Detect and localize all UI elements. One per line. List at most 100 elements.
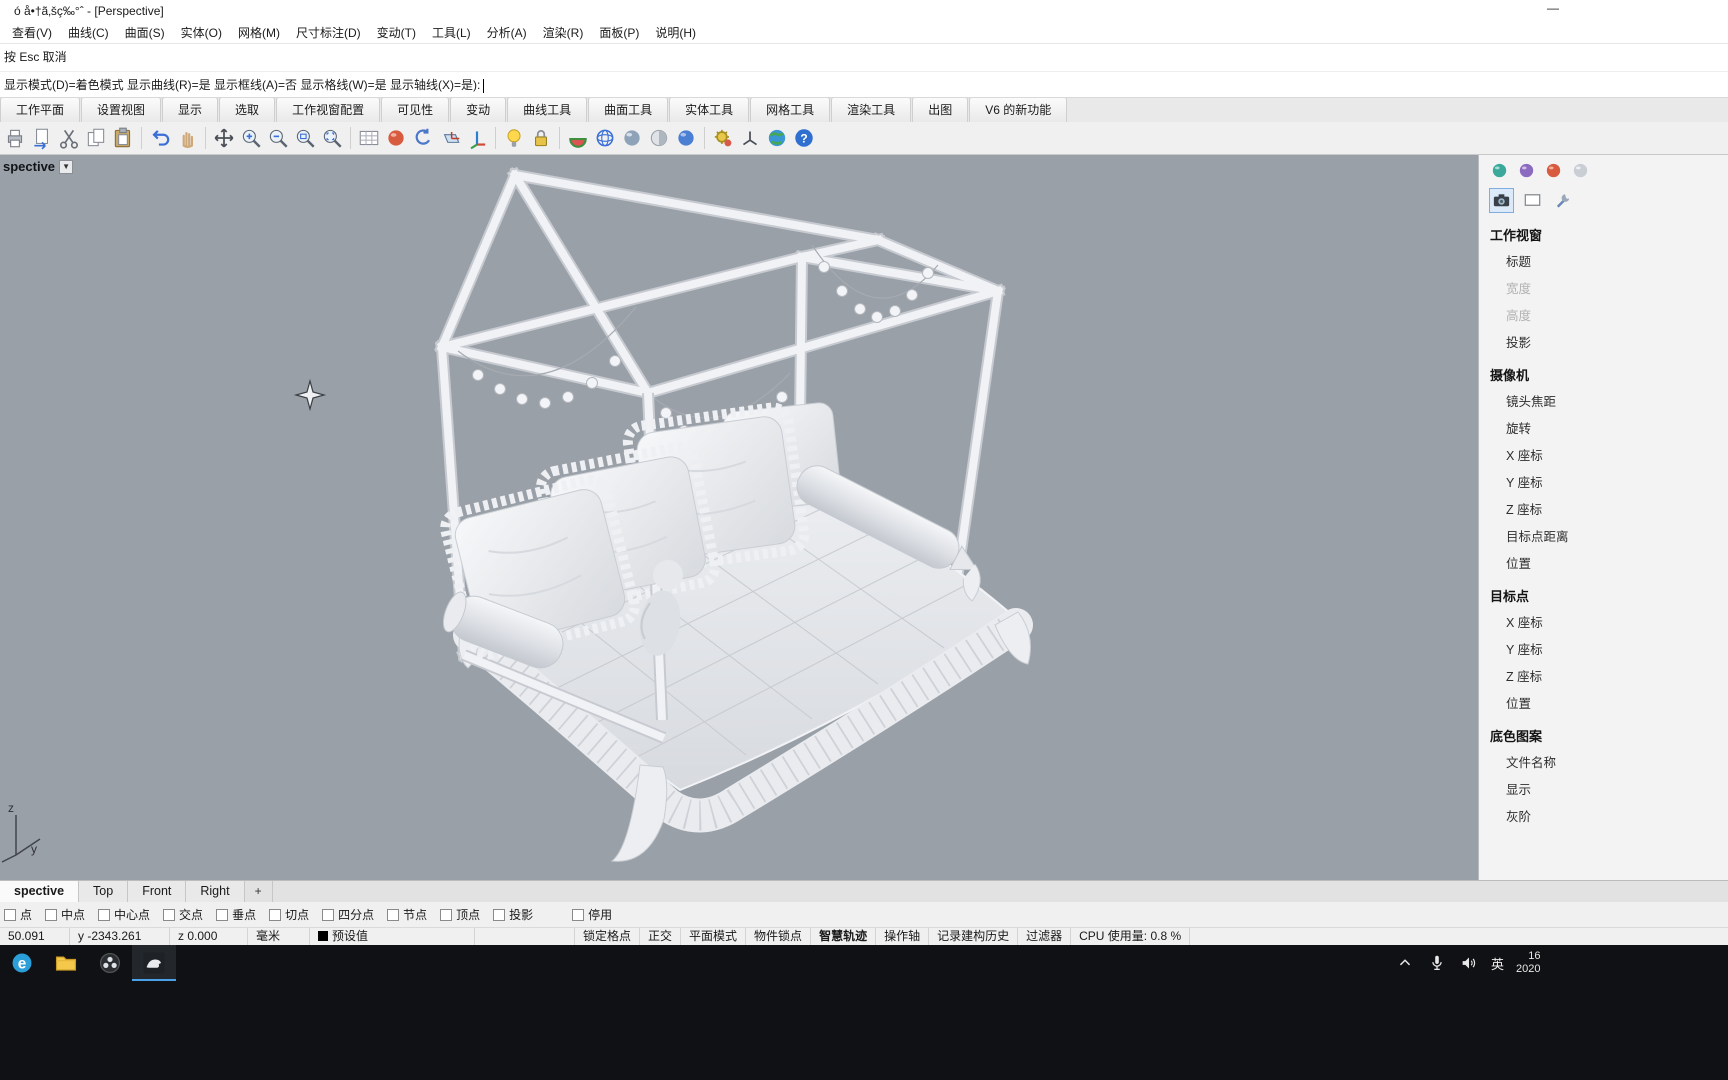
ribbon-tab[interactable]: 工作视窗配置	[276, 98, 381, 122]
osnap-checkbox[interactable]	[45, 908, 58, 921]
print-icon[interactable]	[3, 126, 27, 150]
gear-icon[interactable]	[711, 126, 735, 150]
view-tab-spective[interactable]: spective	[0, 881, 80, 902]
osnap-checkbox[interactable]	[163, 908, 176, 921]
gumball-axis-icon[interactable]	[465, 126, 489, 150]
axis-icon[interactable]	[738, 126, 762, 150]
menu-item[interactable]: 查看(V)	[4, 22, 60, 43]
status-toggle[interactable]: 过滤器	[1018, 928, 1072, 945]
panel-item[interactable]: 灰阶	[1479, 802, 1728, 829]
ribbon-tab[interactable]: 网格工具	[750, 98, 831, 122]
panel-item[interactable]: 位置	[1479, 689, 1728, 716]
shaded-icon[interactable]	[620, 126, 644, 150]
taskbar-app-obs[interactable]	[88, 945, 132, 981]
menu-item[interactable]: 网格(M)	[230, 22, 288, 43]
bulb-icon[interactable]	[502, 126, 526, 150]
taskbar-clock[interactable]: 16 2020	[1516, 950, 1540, 976]
render-red-icon[interactable]	[384, 126, 408, 150]
camera-icon[interactable]	[1489, 188, 1514, 213]
paste-icon[interactable]	[111, 126, 135, 150]
status-toggle[interactable]: 物件锁点	[746, 928, 812, 945]
ribbon-tab[interactable]: 选取	[219, 98, 276, 122]
pan-icon[interactable]	[175, 126, 199, 150]
material-icon[interactable]	[566, 126, 590, 150]
panel-item[interactable]: 文件名称	[1479, 748, 1728, 775]
osnap-checkbox[interactable]	[440, 908, 453, 921]
menu-item[interactable]: 尺寸标注(D)	[288, 22, 369, 43]
osnap-checkbox[interactable]	[4, 908, 16, 921]
status-toggle[interactable]: 锁定格点	[575, 928, 641, 945]
menu-item[interactable]: 实体(O)	[173, 22, 230, 43]
zoom-extents-icon[interactable]	[320, 126, 344, 150]
ribbon-tab[interactable]: 设置视图	[81, 98, 162, 122]
undo-icon[interactable]	[148, 126, 172, 150]
menu-item[interactable]: 曲线(C)	[60, 22, 117, 43]
earth-icon[interactable]	[765, 126, 789, 150]
panel-item[interactable]: 位置	[1479, 549, 1728, 576]
panel-item[interactable]: Z 座标	[1479, 662, 1728, 689]
ball-gray-icon[interactable]	[1570, 160, 1591, 181]
taskbar-app-rhino[interactable]	[132, 945, 176, 981]
menu-item[interactable]: 工具(L)	[424, 22, 479, 43]
explorer-icon[interactable]	[53, 950, 79, 976]
copy-icon[interactable]	[84, 126, 108, 150]
view-tab-front[interactable]: Front	[128, 881, 187, 902]
wireframe-icon[interactable]	[593, 126, 617, 150]
ribbon-tab[interactable]: 可见性	[381, 98, 450, 122]
panel-item[interactable]: 高度	[1479, 301, 1728, 328]
rotate-view-icon[interactable]	[411, 126, 435, 150]
cut-icon[interactable]	[57, 126, 81, 150]
ribbon-tab[interactable]: 曲线工具	[507, 98, 588, 122]
help-icon[interactable]: ?	[792, 126, 816, 150]
panel-item[interactable]: 旋转	[1479, 414, 1728, 441]
command-prompt-line[interactable]: 显示模式(D)=着色模式 显示曲线(R)=是 显示框线(A)=否 显示格线(W)…	[0, 71, 1728, 98]
panel-item[interactable]: Y 座标	[1479, 635, 1728, 662]
ribbon-tab[interactable]: V6 的新功能	[969, 98, 1068, 122]
mic-icon[interactable]	[1427, 953, 1447, 973]
chevron-up-icon[interactable]	[1395, 953, 1415, 973]
status-toggle[interactable]: 智慧轨迹	[811, 928, 877, 945]
zoom-in-icon[interactable]	[239, 126, 263, 150]
status-toggle[interactable]: 操作轴	[876, 928, 930, 945]
panel-item[interactable]: X 座标	[1479, 441, 1728, 468]
ball-red-icon[interactable]	[1543, 160, 1564, 181]
obs-icon[interactable]	[97, 950, 123, 976]
menu-item[interactable]: 说明(H)	[647, 22, 704, 43]
panel-item[interactable]: 目标点距离	[1479, 522, 1728, 549]
export-icon[interactable]	[30, 126, 54, 150]
edge-icon[interactable]: e	[9, 950, 35, 976]
ribbon-tab[interactable]: 实体工具	[669, 98, 750, 122]
menu-item[interactable]: 面板(P)	[591, 22, 647, 43]
osnap-checkbox[interactable]	[98, 908, 111, 921]
rendered-icon[interactable]	[674, 126, 698, 150]
status-layer[interactable]: 预设值	[310, 928, 475, 945]
view-tab-right[interactable]: Right	[186, 881, 245, 902]
grid-icon[interactable]	[357, 126, 381, 150]
osnap-checkbox[interactable]	[387, 908, 400, 921]
menu-item[interactable]: 分析(A)	[479, 22, 535, 43]
status-toggle[interactable]: 平面模式	[681, 928, 747, 945]
menu-item[interactable]: 渲染(R)	[535, 22, 592, 43]
panel-item[interactable]: 投影	[1479, 328, 1728, 355]
status-toggle[interactable]: 记录建构历史	[929, 928, 1019, 945]
status-toggle[interactable]: 正交	[640, 928, 682, 945]
panel-item[interactable]: Y 座标	[1479, 468, 1728, 495]
taskbar-app-edge[interactable]: e	[0, 945, 44, 981]
view-tab-top[interactable]: Top	[79, 881, 129, 902]
osnap-checkbox[interactable]	[216, 908, 229, 921]
move-icon[interactable]	[212, 126, 236, 150]
status-units[interactable]: 毫米	[248, 928, 310, 945]
speaker-icon[interactable]	[1459, 953, 1479, 973]
zoom-window-icon[interactable]	[293, 126, 317, 150]
display-icon[interactable]	[1520, 188, 1545, 213]
ribbon-tab[interactable]: 变动	[450, 98, 507, 122]
ribbon-tab[interactable]: 出图	[912, 98, 969, 122]
osnap-checkbox[interactable]	[493, 908, 506, 921]
viewport-perspective[interactable]: z y spective ▼	[0, 155, 1478, 880]
panel-item[interactable]: X 座标	[1479, 608, 1728, 635]
viewport-title-dropdown-icon[interactable]: ▼	[59, 159, 74, 174]
ribbon-tab[interactable]: 渲染工具	[831, 98, 912, 122]
minimize-button[interactable]: —	[1538, 1, 1568, 19]
panel-item[interactable]: 标题	[1479, 247, 1728, 274]
osnap-checkbox[interactable]	[269, 908, 282, 921]
